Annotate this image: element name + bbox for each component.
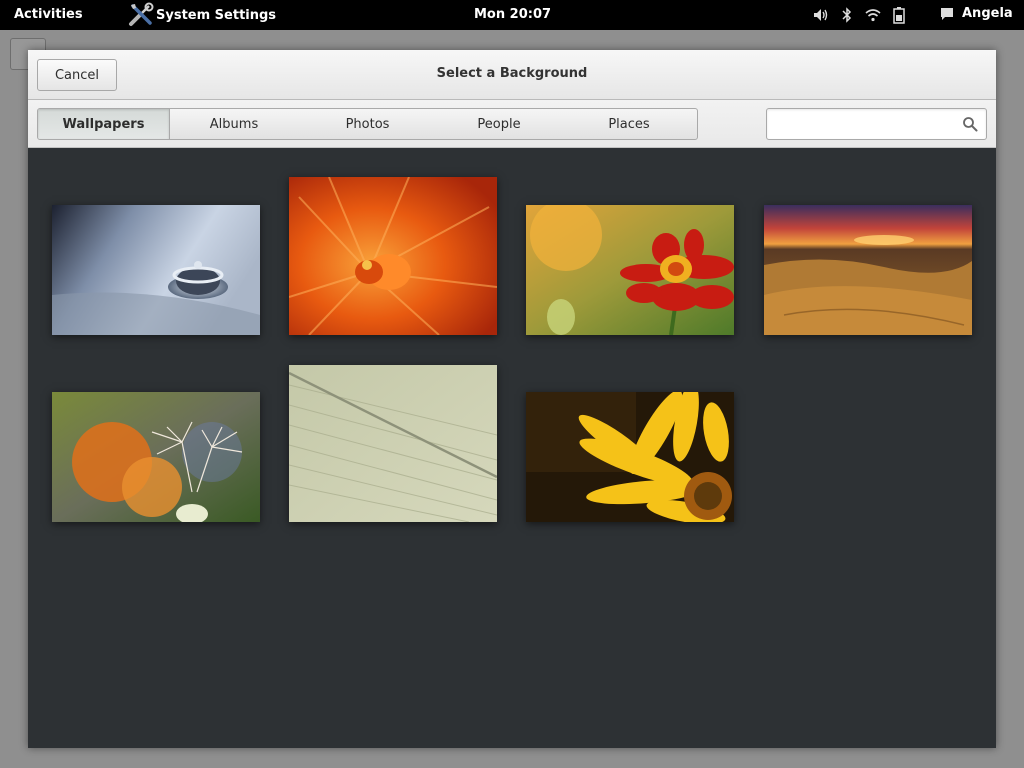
tab-places[interactable]: Places — [561, 109, 697, 139]
wifi-icon[interactable] — [864, 6, 882, 24]
wallpaper-thumbnail-orange-flower-closeup[interactable] — [289, 177, 497, 335]
bluetooth-icon[interactable] — [838, 6, 856, 24]
wallpaper-thumbnail-wooden-planks[interactable] — [289, 365, 497, 522]
dialog-toolbar: Wallpapers Albums Photos People Places — [28, 100, 996, 148]
wallpaper-thumbnail-water-drop[interactable] — [52, 205, 260, 335]
tools-icon — [129, 2, 154, 26]
dialog-header: Cancel Select a Background — [28, 50, 996, 100]
user-menu[interactable]: Angela — [940, 6, 1013, 21]
tab-photos[interactable]: Photos — [298, 109, 437, 139]
tab-people[interactable]: People — [437, 109, 561, 139]
wallpaper-thumbnail-dandelion-seeds[interactable] — [52, 392, 260, 522]
activities-button[interactable]: Activities — [14, 7, 83, 22]
top-panel: Activities System Settings Mon 20:07 Ang… — [0, 0, 1024, 30]
user-name: Angela — [962, 6, 1013, 21]
search-box — [766, 108, 987, 140]
app-menu[interactable]: System Settings — [128, 0, 276, 30]
app-name: System Settings — [156, 7, 277, 23]
wallpaper-thumbnail-yellow-flower[interactable] — [526, 392, 734, 522]
wallpaper-thumbnail-desert-sunset[interactable] — [764, 205, 972, 335]
search-icon — [963, 117, 978, 132]
volume-icon[interactable] — [812, 6, 830, 24]
battery-icon[interactable] — [890, 6, 908, 24]
dialog-title: Select a Background — [436, 66, 588, 81]
background-dialog: Cancel Select a Background Wallpapers Al… — [28, 50, 996, 748]
chat-icon — [941, 7, 953, 20]
wallpaper-thumbnail-red-marigold[interactable] — [526, 205, 734, 335]
tab-wallpapers[interactable]: Wallpapers — [38, 109, 170, 139]
clock[interactable]: Mon 20:07 — [474, 7, 551, 22]
search-input[interactable] — [773, 114, 953, 134]
source-tabs: Wallpapers Albums Photos People Places — [37, 108, 698, 140]
status-tray — [812, 6, 916, 24]
tab-albums[interactable]: Albums — [170, 109, 298, 139]
